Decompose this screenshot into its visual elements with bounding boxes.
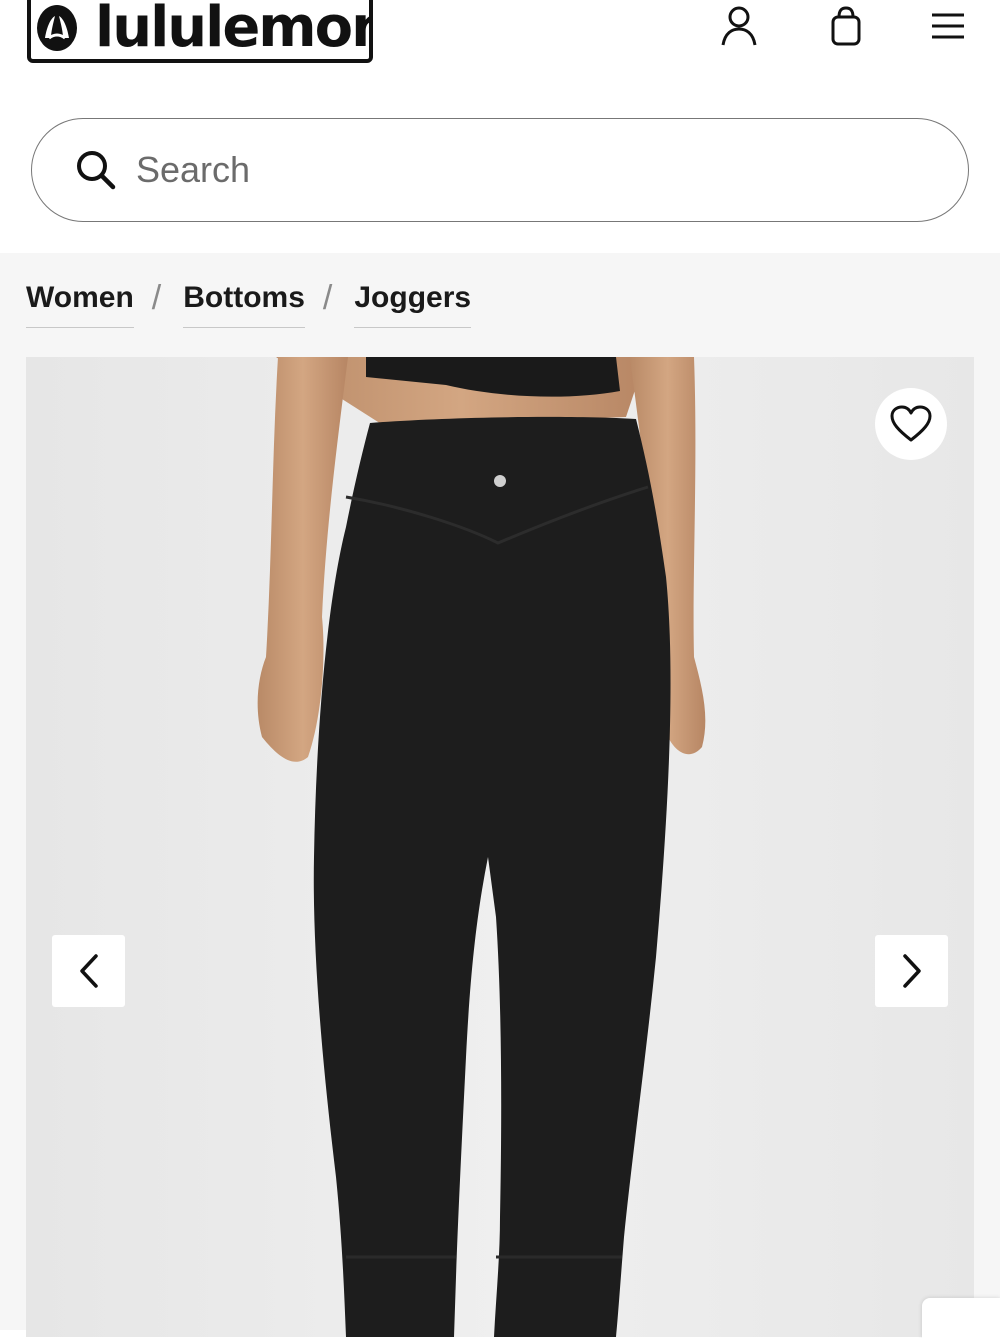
product-photo [26, 357, 974, 1337]
breadcrumb-bottoms[interactable]: Bottoms [183, 281, 305, 328]
chevron-left-icon [79, 954, 98, 988]
bag-icon[interactable] [824, 4, 868, 48]
next-image-button[interactable] [875, 935, 948, 1007]
search-bar[interactable] [31, 118, 969, 222]
search-input[interactable] [136, 149, 896, 191]
lululemon-logo-mark-icon [37, 4, 77, 51]
heart-icon [890, 405, 932, 442]
product-page-content: Women / Bottoms / Joggers [0, 253, 1000, 1337]
favorite-button[interactable] [875, 388, 947, 460]
breadcrumb: Women / Bottoms / Joggers [26, 279, 472, 337]
account-icon[interactable] [717, 4, 761, 48]
site-header: lululemon [0, 0, 1000, 90]
search-icon [74, 148, 118, 192]
previous-image-button[interactable] [52, 935, 125, 1007]
breadcrumb-women[interactable]: Women [26, 281, 134, 328]
breadcrumb-separator: / [151, 279, 162, 317]
floating-widget[interactable] [922, 1298, 1000, 1338]
menu-icon[interactable] [926, 4, 970, 48]
brand-name: lululemon [95, 0, 373, 60]
breadcrumb-joggers[interactable]: Joggers [354, 281, 472, 328]
product-image-gallery[interactable] [26, 357, 974, 1337]
brand-logo[interactable]: lululemon [27, 0, 373, 63]
breadcrumb-separator: / [322, 279, 333, 317]
chevron-right-icon [902, 954, 921, 988]
